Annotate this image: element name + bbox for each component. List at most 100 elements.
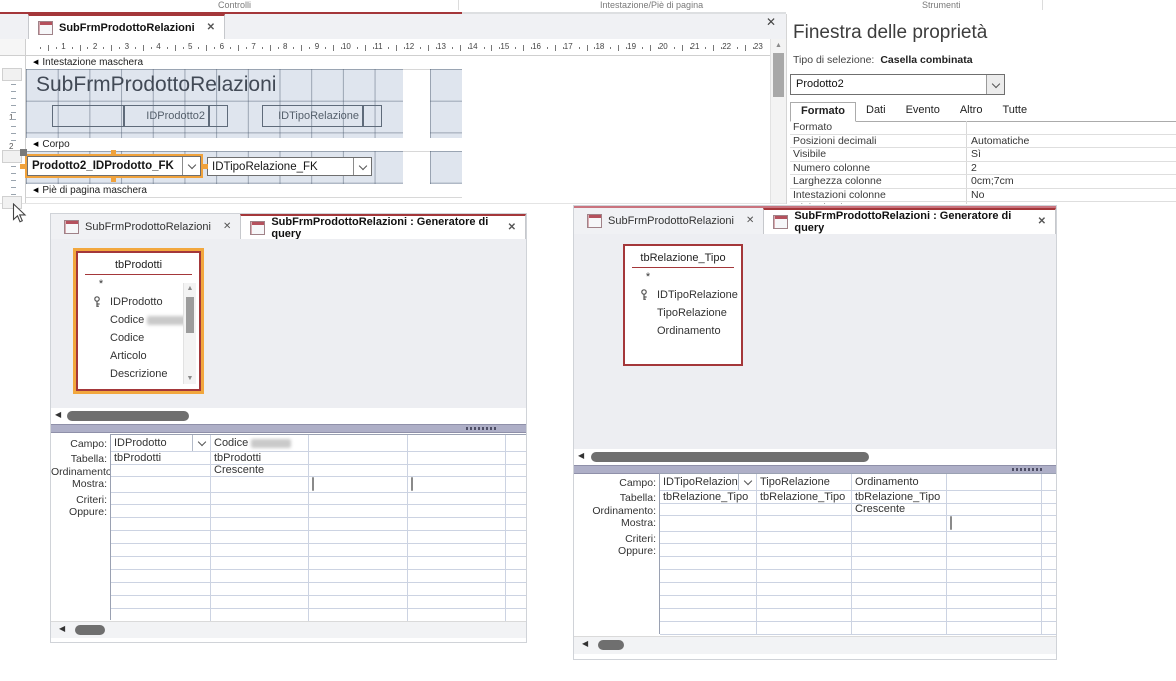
tabella-cell[interactable] <box>947 491 1042 503</box>
combo-dropdown-button[interactable] <box>182 157 200 175</box>
query-diagram-pane[interactable]: tbProdotti * IDProdotto Codice Codice Ar… <box>51 239 526 408</box>
table-card-tbrelazione-tipo[interactable]: tbRelazione_Tipo * IDTipoRelazione TipoR… <box>623 244 743 366</box>
property-value[interactable]: 2 <box>967 162 1176 175</box>
section-bar-footer[interactable]: ◀ Piè di pagina maschera <box>26 184 462 198</box>
field-row[interactable]: * <box>78 275 124 293</box>
oppure-cell[interactable] <box>852 544 947 556</box>
field-row[interactable]: IDTipoRelazione <box>625 286 741 304</box>
field-row[interactable]: * <box>625 268 671 286</box>
mostra-cell[interactable] <box>1042 516 1056 531</box>
field-row[interactable]: Codice <box>78 329 199 347</box>
empty-grid-row[interactable] <box>111 557 526 570</box>
tab-altro[interactable]: Altro <box>950 102 993 121</box>
close-icon[interactable]: ✕ <box>508 222 516 233</box>
criteri-cell[interactable] <box>852 532 947 543</box>
scroll-left-icon[interactable]: ◀ <box>59 622 65 636</box>
empty-grid-row[interactable] <box>660 622 1056 635</box>
empty-grid-row[interactable] <box>111 583 526 596</box>
empty-grid-row[interactable] <box>111 570 526 583</box>
header-label-idtiporelazione[interactable]: IDTipoRelazione <box>262 105 363 127</box>
criteri-cell[interactable] <box>111 493 211 504</box>
tabella-cell[interactable] <box>408 452 506 464</box>
empty-grid-row[interactable] <box>660 609 1056 622</box>
checkbox-unchecked[interactable] <box>950 516 952 530</box>
oppure-cell[interactable] <box>111 505 211 517</box>
ordinamento-cell[interactable] <box>947 504 1042 515</box>
tabella-cell[interactable]: tbProdotti <box>211 452 309 464</box>
criteri-cell[interactable] <box>506 493 526 504</box>
scroll-left-icon[interactable]: ◀ <box>582 637 588 651</box>
scrollbar-thumb[interactable] <box>591 452 869 462</box>
mostra-cell[interactable] <box>408 477 506 492</box>
section-bar-header[interactable]: ◀ Intestazione maschera <box>26 56 462 70</box>
property-value[interactable] <box>967 121 1176 134</box>
campo-cell[interactable]: IDTipoRelazione <box>660 474 757 490</box>
tab-formato[interactable]: Formato <box>790 102 856 122</box>
campo-cell[interactable]: TipoRelazione <box>757 474 852 490</box>
tabella-cell[interactable]: tbProdotti <box>111 452 211 464</box>
checkbox-unchecked[interactable] <box>312 477 314 491</box>
document-tab-query-builder[interactable]: SubFrmProdottoRelazioni : Generatore di … <box>240 214 526 240</box>
combo-dropdown-button[interactable] <box>353 158 371 175</box>
tabella-cell[interactable] <box>506 452 526 464</box>
oppure-cell[interactable] <box>408 505 506 517</box>
section-handle[interactable] <box>2 68 22 81</box>
scrollbar-thumb[interactable] <box>598 640 624 650</box>
scroll-left-icon[interactable]: ◀ <box>55 408 61 422</box>
resize-handle[interactable] <box>20 164 25 169</box>
section-handle[interactable] <box>2 150 22 163</box>
object-selector-combo[interactable]: Prodotto2 <box>790 74 1005 95</box>
grid-hscrollbar[interactable]: ◀ <box>51 621 526 638</box>
diagram-hscrollbar[interactable]: ◀ <box>51 408 526 424</box>
oppure-cell[interactable] <box>660 544 757 556</box>
scrollbar-thumb[interactable] <box>773 53 784 97</box>
criteri-cell[interactable] <box>408 493 506 504</box>
oppure-cell[interactable] <box>211 505 309 517</box>
combo-dropdown-button[interactable] <box>986 75 1004 94</box>
ordinamento-cell[interactable] <box>408 465 506 476</box>
close-icon[interactable]: ✕ <box>223 221 231 232</box>
move-handle[interactable] <box>20 149 27 156</box>
tabella-cell[interactable]: tbRelazione_Tipo <box>660 491 757 503</box>
oppure-cell[interactable] <box>309 505 408 517</box>
scroll-up-icon[interactable]: ▲ <box>771 39 786 49</box>
document-tab-form[interactable]: SubFrmProdottoRelazioni ✕ <box>28 14 226 39</box>
form-body-grid[interactable]: Prodotto2_IDProdotto_FK IDTipoRelazione_… <box>20 149 403 184</box>
form-title-label[interactable]: SubFrmProdottoRelazioni <box>36 73 276 97</box>
empty-grid-row[interactable] <box>660 557 1056 570</box>
empty-grid-row[interactable] <box>111 531 526 544</box>
tab-dati[interactable]: Dati <box>856 102 896 121</box>
property-value[interactable]: 16 <box>967 202 1176 204</box>
combo-dropdown-button[interactable] <box>192 435 210 451</box>
tabella-cell[interactable] <box>1042 491 1056 503</box>
tab-evento[interactable]: Evento <box>896 102 950 121</box>
empty-grid-row[interactable] <box>111 596 526 609</box>
mostra-cell[interactable] <box>309 477 408 492</box>
criteri-cell[interactable] <box>947 532 1042 543</box>
property-value[interactable]: 0cm;7cm <box>967 175 1176 188</box>
scrollbar-thumb[interactable] <box>186 297 194 333</box>
ordinamento-cell[interactable] <box>757 504 852 515</box>
ordinamento-cell[interactable] <box>506 465 526 476</box>
query-diagram-pane[interactable]: tbRelazione_Tipo * IDTipoRelazione TipoR… <box>574 234 1056 449</box>
oppure-cell[interactable] <box>757 544 852 556</box>
campo-cell[interactable] <box>408 435 506 451</box>
grid-hscrollbar[interactable]: ◀ <box>574 636 1056 654</box>
resize-handle[interactable] <box>111 150 116 155</box>
ordinamento-cell[interactable] <box>309 465 408 476</box>
criteri-cell[interactable] <box>757 532 852 543</box>
ordinamento-cell[interactable] <box>660 504 757 515</box>
field-row[interactable]: TipoRelazione <box>625 304 741 322</box>
oppure-cell[interactable] <box>1042 544 1056 556</box>
tabella-cell[interactable]: tbRelazione_Tipo <box>852 491 947 503</box>
header-label-box[interactable] <box>209 105 228 127</box>
diagram-hscrollbar[interactable]: ◀ <box>574 449 1056 465</box>
tabella-cell[interactable] <box>309 452 408 464</box>
campo-cell[interactable] <box>947 474 1042 490</box>
resize-handle[interactable] <box>203 164 208 169</box>
campo-cell[interactable]: Codice <box>211 435 309 451</box>
mostra-cell[interactable] <box>660 516 757 531</box>
scroll-left-icon[interactable]: ◀ <box>578 449 584 463</box>
property-value[interactable]: Sì <box>967 148 1176 161</box>
scroll-up-icon[interactable]: ▲ <box>184 283 196 292</box>
